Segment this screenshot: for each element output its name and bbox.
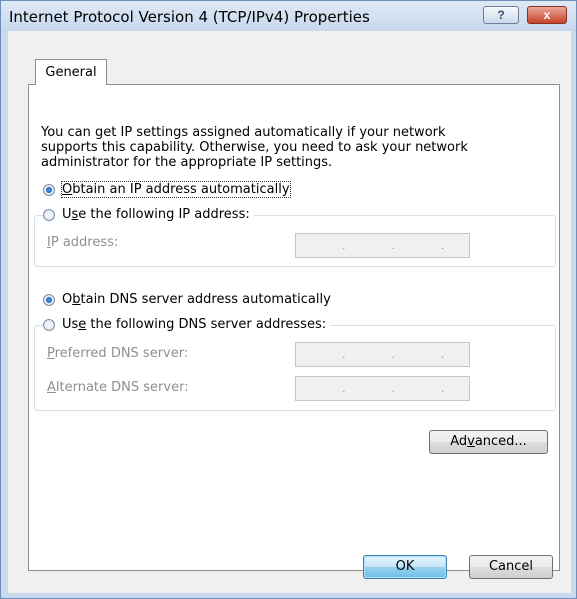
intro-line: You can get IP settings assigned automat… — [41, 125, 446, 140]
preferred-dns-label: Preferred DNS server: — [47, 346, 189, 361]
cancel-button[interactable]: Cancel — [469, 555, 553, 579]
obtain-dns-auto-radio[interactable]: Obtain DNS server address automatically — [43, 292, 335, 307]
tab-general[interactable]: General — [35, 59, 107, 85]
help-button[interactable]: ? — [483, 6, 519, 24]
ip-address-field[interactable]: ... — [295, 233, 470, 258]
ip-address-label: IP address: — [47, 235, 119, 250]
alternate-dns-field[interactable]: ... — [295, 376, 470, 401]
use-ip-manual-radio[interactable]: Use the following IP address: — [43, 207, 254, 222]
radio-label: Use the following IP address: — [62, 207, 250, 222]
use-dns-manual-radio[interactable]: Use the following DNS server addresses: — [43, 317, 331, 332]
intro-line: supports this capability. Otherwise, you… — [41, 140, 468, 155]
dialog-client-area: General You can get IP settings assigned… — [8, 31, 571, 593]
radio-label: Use the following DNS server addresses: — [62, 317, 327, 332]
radio-selected-icon — [43, 183, 55, 196]
dialog-window: Internet Protocol Version 4 (TCP/IPv4) P… — [0, 0, 577, 599]
advanced-button[interactable]: Advanced... — [429, 430, 548, 454]
radio-unselected-icon — [43, 208, 55, 221]
radio-unselected-icon — [43, 318, 55, 331]
ok-button[interactable]: OK — [363, 555, 447, 579]
general-tab-panel: You can get IP settings assigned automat… — [28, 84, 560, 571]
radio-label: Obtain an IP address automatically — [61, 181, 291, 198]
window-title: Internet Protocol Version 4 (TCP/IPv4) P… — [9, 8, 370, 26]
alternate-dns-label: Alternate DNS server: — [47, 380, 189, 395]
title-bar[interactable]: Internet Protocol Version 4 (TCP/IPv4) P… — [1, 1, 576, 31]
radio-selected-icon — [43, 293, 55, 306]
intro-text: You can get IP settings assigned automat… — [41, 125, 511, 170]
close-button[interactable]: x — [527, 6, 567, 24]
radio-label: Obtain DNS server address automatically — [62, 292, 331, 307]
intro-line: administrator for the appropriate IP set… — [41, 155, 333, 170]
preferred-dns-field[interactable]: ... — [295, 342, 470, 367]
obtain-ip-auto-radio[interactable]: Obtain an IP address automatically — [43, 181, 294, 198]
